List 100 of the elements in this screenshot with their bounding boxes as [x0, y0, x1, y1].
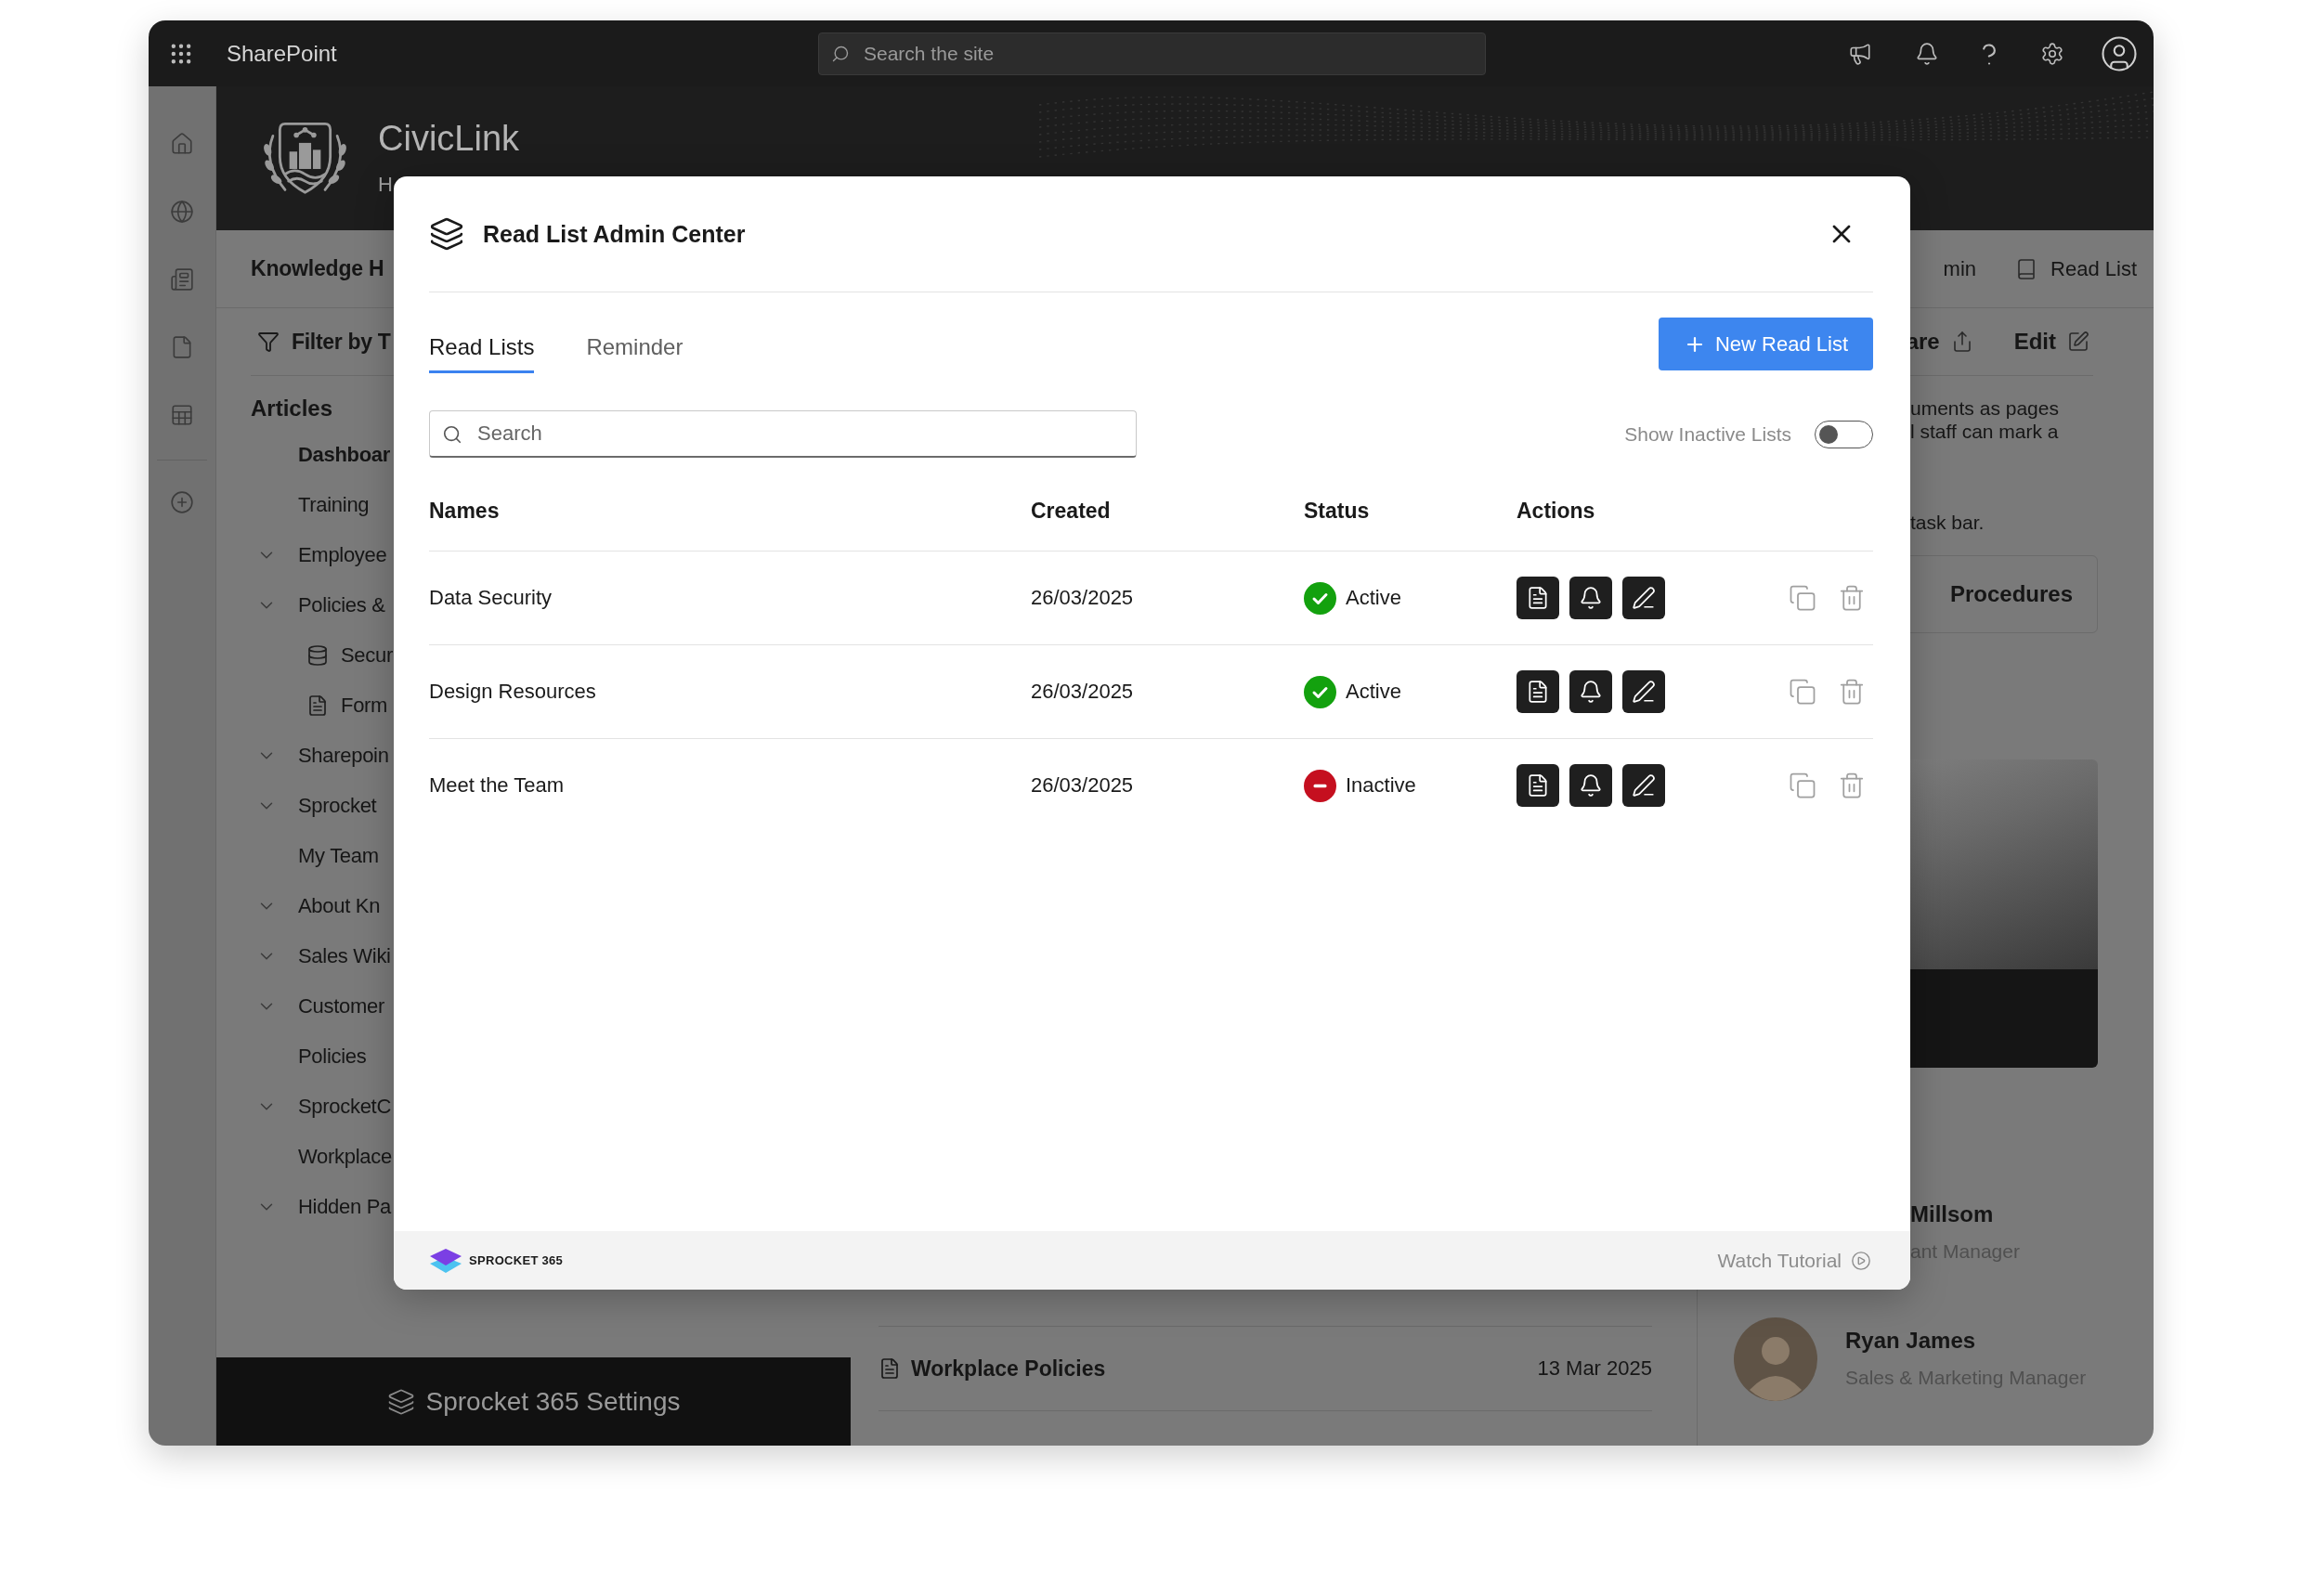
body-text: uments as pages	[1910, 396, 2059, 420]
trash-button[interactable]	[1838, 584, 1866, 612]
layers-icon	[429, 216, 464, 252]
megaphone-button[interactable]	[1848, 41, 1872, 66]
pencil-icon	[1632, 586, 1656, 610]
bell-button[interactable]	[1569, 764, 1612, 807]
column-header: Created	[1031, 498, 1111, 525]
pencil-button[interactable]	[1622, 577, 1665, 619]
person-name: Ryan James	[1845, 1327, 1976, 1355]
copy-button[interactable]	[1789, 772, 1816, 799]
tree-item[interactable]: Employee	[256, 530, 387, 580]
pencil-button[interactable]	[1622, 764, 1665, 807]
tree-item[interactable]: About Kn	[256, 881, 381, 931]
dialog-title: Read List Admin Center	[483, 220, 746, 248]
tree-item[interactable]: Policies &	[256, 580, 385, 630]
pencil-icon	[1632, 680, 1656, 704]
copy-icon	[1789, 772, 1816, 799]
name-cell: Design Resources	[429, 680, 596, 704]
edit-button[interactable]: Edit	[2013, 329, 2089, 355]
status-label: Inactive	[1346, 773, 1416, 798]
settings-icon	[2040, 41, 2064, 66]
copy-button[interactable]	[1789, 678, 1816, 706]
toggle-switch[interactable]	[1815, 420, 1873, 448]
tree-item[interactable]: Dashboar	[298, 430, 391, 480]
column-header: Status	[1304, 498, 1370, 525]
newspaper-icon	[170, 267, 194, 292]
page-link[interactable]: Workplace Policies	[911, 1356, 1106, 1382]
plus-circle-icon	[170, 490, 194, 514]
tree-item[interactable]: Secur	[306, 630, 393, 681]
tree-item[interactable]: Sales Wiki	[256, 931, 391, 981]
copy-button[interactable]	[1789, 584, 1816, 612]
layers-logo-icon	[429, 1247, 462, 1274]
page-date: 13 Mar 2025	[1537, 1356, 1652, 1381]
trash-icon	[1838, 584, 1866, 612]
document-icon	[306, 694, 329, 717]
document-button[interactable]	[1516, 577, 1559, 619]
tab[interactable]: Reminder	[586, 318, 683, 373]
tree-item[interactable]: SprocketC	[256, 1082, 391, 1132]
nav-link[interactable]: Read List	[2015, 256, 2137, 281]
layers-icon	[386, 1387, 415, 1416]
tree-item[interactable]: Customer	[256, 981, 384, 1032]
tree-item[interactable]: Sharepoin	[256, 731, 389, 781]
document-icon	[1526, 586, 1550, 610]
database-icon	[306, 644, 329, 667]
copy-icon	[1789, 584, 1816, 612]
body-text: l staff can mark a	[1910, 420, 2059, 443]
tree-item[interactable]: My Team	[298, 831, 379, 881]
tree-item[interactable]: Form	[306, 681, 388, 731]
watch-tutorial-link[interactable]: Watch Tutorial	[1717, 1249, 1871, 1272]
help-button[interactable]	[1982, 41, 1998, 66]
document-button[interactable]	[1516, 670, 1559, 713]
trash-button[interactable]	[1838, 678, 1866, 706]
bell-icon	[1579, 773, 1603, 798]
date-cell: 26/03/2025	[1031, 586, 1134, 610]
tree-item[interactable]: Policies	[298, 1032, 367, 1082]
filter-button[interactable]: Filter by T	[257, 329, 391, 355]
bell-icon	[1579, 680, 1603, 704]
new-read-list-button[interactable]: New Read List	[1659, 318, 1873, 370]
tree-item[interactable]: Workplace	[298, 1132, 392, 1182]
bell-button[interactable]	[1569, 577, 1612, 619]
status-label: Active	[1346, 680, 1401, 704]
tree-item[interactable]: Sprocket	[256, 781, 377, 831]
notifications-button[interactable]	[1915, 41, 1939, 66]
trash-button[interactable]	[1838, 772, 1866, 799]
settings-button[interactable]	[2040, 41, 2064, 66]
help-icon	[1982, 41, 1998, 66]
document-icon	[1526, 680, 1550, 704]
edit-icon	[2067, 331, 2089, 353]
globe-icon	[170, 200, 194, 224]
trash-icon	[1838, 678, 1866, 706]
document-icon	[1526, 773, 1550, 798]
site-nav-title: Knowledge H	[251, 256, 384, 281]
brand-name: SPROCKET 365	[469, 1253, 564, 1267]
account-button[interactable]	[2100, 33, 2139, 73]
bell-button[interactable]	[1569, 670, 1612, 713]
trash-icon	[1838, 772, 1866, 799]
status-label: Active	[1346, 586, 1401, 610]
date-cell: 26/03/2025	[1031, 773, 1134, 798]
table-icon	[170, 403, 194, 427]
nav-link[interactable]: min	[1943, 256, 1977, 281]
site-search-field[interactable]: Search the site	[818, 32, 1486, 75]
toggle-label: Show Inactive Lists	[1624, 422, 1791, 446]
search-field[interactable]: Search	[429, 410, 1137, 458]
document-icon	[879, 1357, 901, 1380]
tree-item[interactable]: Hidden Pa	[256, 1182, 392, 1232]
site-title: CivicLink	[378, 118, 520, 160]
pencil-button[interactable]	[1622, 670, 1665, 713]
date-cell: 26/03/2025	[1031, 680, 1134, 704]
pencil-icon	[1632, 773, 1656, 798]
bell-icon	[1915, 41, 1939, 66]
name-cell: Meet the Team	[429, 773, 565, 798]
tab[interactable]: Read Lists	[429, 318, 535, 373]
bell-icon	[1579, 586, 1603, 610]
column-header: Actions	[1516, 498, 1595, 525]
section-heading: Articles	[251, 395, 333, 422]
document-button[interactable]	[1516, 764, 1559, 807]
body-text: task bar.	[1910, 511, 1985, 534]
filter-icon	[257, 331, 280, 353]
tree-item[interactable]: Training	[298, 480, 370, 530]
settings-bar-button[interactable]: Sprocket 365 Settings	[216, 1357, 851, 1446]
